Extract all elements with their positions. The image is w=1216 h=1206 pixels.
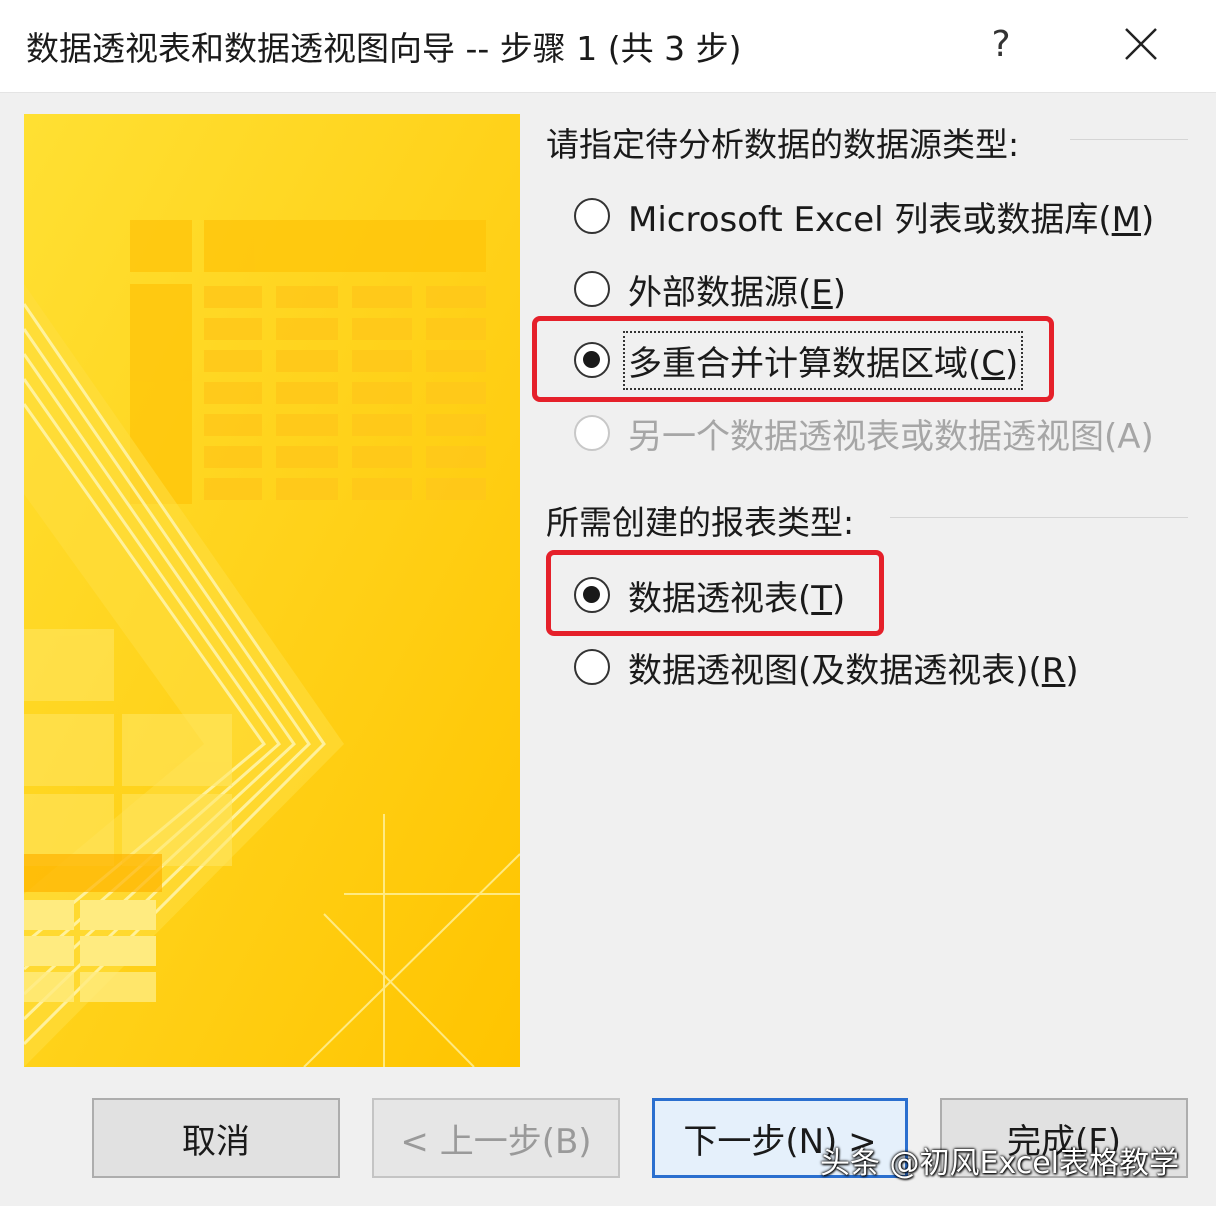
cancel-button[interactable]: 取消	[92, 1098, 340, 1178]
data-source-label: 请指定待分析数据的数据源类型:	[546, 125, 1020, 164]
watermark: 头条 @初风Excel表格教学	[820, 1146, 1180, 1181]
option-excel-list[interactable]: Microsoft Excel 列表或数据库(M)	[574, 191, 1154, 241]
radio-another-pivot	[574, 415, 610, 451]
radio-external-source[interactable]	[574, 271, 610, 307]
section-divider	[890, 517, 1188, 518]
close-button[interactable]	[1108, 14, 1174, 76]
report-type-label: 所需创建的报表类型:	[546, 503, 855, 542]
option-external-source[interactable]: 外部数据源(E)	[574, 264, 846, 314]
highlight-box-consolidation	[532, 316, 1054, 402]
option-another-pivot: 另一个数据透视表或数据透视图(A)	[574, 408, 1154, 458]
wizard-artwork	[24, 114, 520, 1067]
option-pivot-chart[interactable]: 数据透视图(及数据透视表)(R)	[574, 642, 1079, 692]
window-title: 数据透视表和数据透视图向导 -- 步骤 1 (共 3 步)	[26, 29, 742, 68]
close-icon	[1125, 28, 1157, 60]
radio-pivot-chart[interactable]	[574, 649, 610, 685]
title-bar: 数据透视表和数据透视图向导 -- 步骤 1 (共 3 步) ?	[0, 0, 1216, 93]
highlight-box-pivot-table	[546, 550, 884, 636]
radio-excel-list[interactable]	[574, 198, 610, 234]
back-button: < 上一步(B)	[372, 1098, 620, 1178]
section-divider	[1070, 139, 1188, 140]
help-button[interactable]: ?	[970, 14, 1032, 76]
